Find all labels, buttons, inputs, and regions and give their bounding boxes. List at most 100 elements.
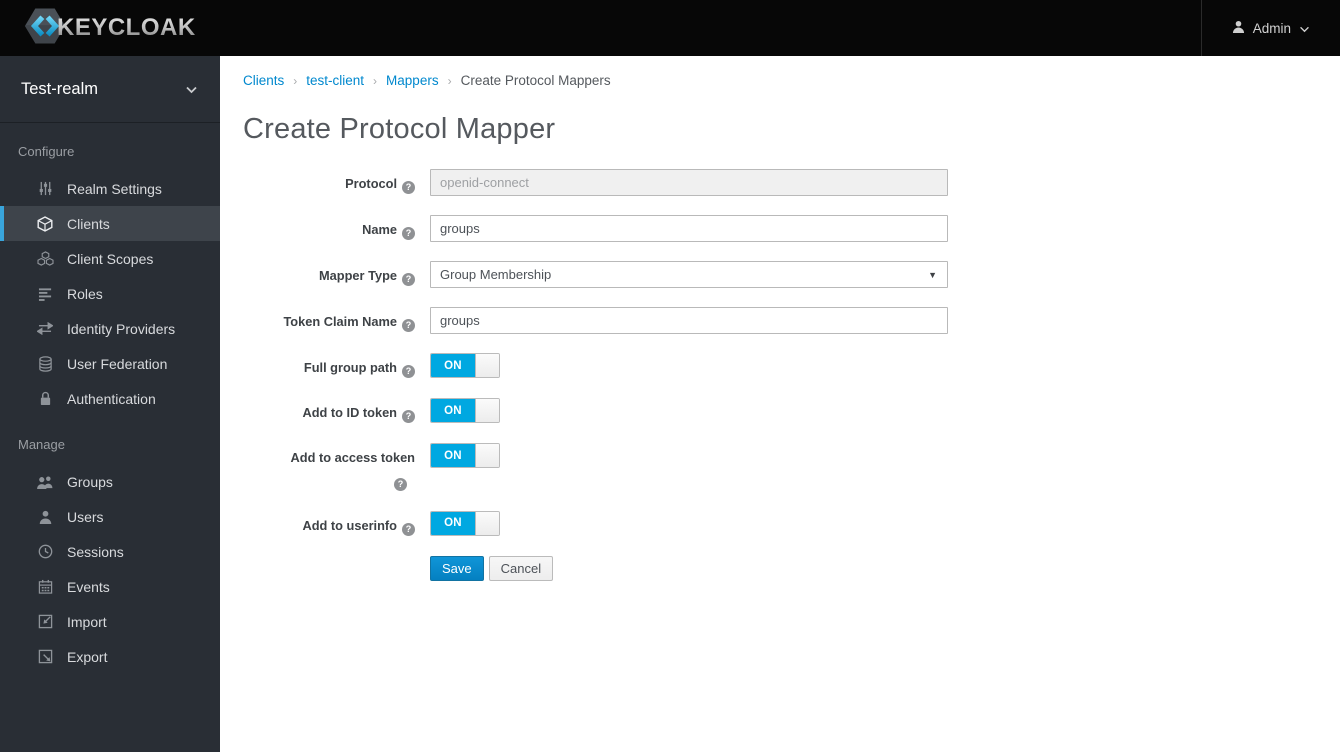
list-icon [36,287,54,301]
keycloak-logo[interactable]: KEYCLOAK [0,0,196,56]
form-group-name: Name? [243,215,1316,242]
field-label-text: Token Claim Name [283,314,397,329]
sidebar-item-label: Authentication [67,390,156,407]
help-icon[interactable]: ? [402,227,415,241]
cancel-button[interactable]: Cancel [488,555,554,581]
cube-icon [36,215,54,232]
exchange-icon [36,322,54,335]
sidebar-item-import[interactable]: Import [0,604,220,639]
sidebar-item-clients[interactable]: Clients [0,206,220,241]
sidebar-item-identity-providers[interactable]: Identity Providers [0,311,220,346]
field-control-mapper-type: Group Membership ▼ [430,261,948,288]
field-control-full-group-path: ON [430,353,948,378]
user-menu[interactable]: Admin [1200,0,1340,56]
field-label-protocol: Protocol? [243,169,430,196]
sidebar-item-label: Roles [67,285,103,302]
sidebar-item-label: Client Scopes [67,250,154,267]
form-group-token-claim-name: Token Claim Name? [243,307,1316,334]
field-label-add-to-id-token: Add to ID token? [243,398,430,424]
form-group-add-to-access-token: Add to access token? ON [243,443,1316,491]
sidebar-item-export[interactable]: Export [0,639,220,674]
lock-icon [36,391,54,406]
breadcrumb-mappers[interactable]: Mappers [386,73,439,88]
sidebar-item-sessions[interactable]: Sessions [0,534,220,569]
toggle-handle [475,354,499,377]
brand-text: KEYCLOAK [57,14,196,41]
toggle-handle [475,444,499,468]
field-label-text: Name [362,222,397,237]
field-label-add-to-userinfo: Add to userinfo? [243,511,430,536]
field-control-name [430,215,948,242]
sidebar-item-authentication[interactable]: Authentication [0,381,220,416]
user-menu-label: Admin [1252,20,1291,36]
breadcrumb-test-client[interactable]: test-client [306,73,364,88]
field-label-mapper-type: Mapper Type? [243,261,430,288]
field-control-add-to-userinfo: ON [430,510,948,536]
toggle-on-label: ON [431,354,475,377]
sidebar-item-events[interactable]: Events [0,569,220,604]
add-to-userinfo-toggle[interactable]: ON [430,510,500,536]
breadcrumb-clients[interactable]: Clients [243,73,284,88]
toggle-handle [475,511,499,535]
help-icon[interactable]: ? [402,181,415,195]
breadcrumb: Clients › test-client › Mappers › Create Proto… [243,73,1316,88]
save-button[interactable]: Save [430,555,484,581]
help-icon[interactable]: ? [394,477,407,491]
sidebar-item-label: Events [67,578,110,595]
help-icon[interactable]: ? [402,273,415,287]
sidebar-item-groups[interactable]: Groups [0,464,220,499]
toggle-on-label: ON [431,399,475,423]
help-icon[interactable]: ? [402,319,415,333]
sidebar-item-label: User Federation [67,355,168,372]
help-icon[interactable]: ? [402,410,415,424]
sidebar-item-realm-settings[interactable]: Realm Settings [0,171,220,206]
sidebar-item-user-federation[interactable]: User Federation [0,346,220,381]
token-claim-name-input[interactable] [430,307,948,334]
nav-section-label-configure: Configure [18,144,75,159]
calendar-icon [36,579,54,594]
toggle-handle [475,399,499,423]
sidebar-item-label: Sessions [67,543,124,560]
sidebar: Test-realm Configure Realm Settings Client… [0,56,220,752]
sidebar-item-roles[interactable]: Roles [0,276,220,311]
mapper-type-select[interactable]: Group Membership [430,261,948,288]
field-label-token-claim-name: Token Claim Name? [243,307,430,334]
sidebar-item-label: Users [67,508,104,525]
sidebar-nav: Configure Realm Settings Clients Client Sco… [0,123,220,674]
add-to-id-token-toggle[interactable]: ON [430,398,500,424]
field-control-token-claim-name [430,307,948,334]
sidebar-item-label: Import [67,613,107,630]
sidebar-item-users[interactable]: Users [0,499,220,534]
toggle-on-label: ON [431,511,475,535]
sliders-icon [36,181,54,196]
form-actions: Save Cancel [430,555,1316,581]
help-icon[interactable]: ? [402,365,415,379]
field-control-add-to-access-token: ON [430,443,948,491]
form-group-protocol: Protocol? [243,169,1316,196]
breadcrumb-create-protocol-mappers: Create Protocol Mappers [460,73,611,88]
sidebar-item-label: Clients [67,215,110,232]
add-to-access-token-toggle[interactable]: ON [430,443,500,469]
database-icon [36,355,54,372]
field-control-protocol [430,169,948,196]
field-label-name: Name? [243,215,430,242]
field-control-add-to-id-token: ON [430,398,948,424]
sidebar-item-label: Identity Providers [67,320,176,337]
toggle-on-label: ON [431,444,475,468]
help-icon[interactable]: ? [402,522,415,536]
full-group-path-toggle[interactable]: ON [430,353,500,378]
field-label-text: Add to ID token [302,405,397,421]
form-group-mapper-type: Mapper Type? Group Membership ▼ [243,261,1316,288]
name-input[interactable] [430,215,948,242]
chevron-down-icon [185,80,198,99]
top-navbar: KEYCLOAK Admin [0,0,1340,56]
realm-selector[interactable]: Test-realm [0,56,220,123]
breadcrumb-separator: › [447,73,452,88]
sidebar-item-label: Realm Settings [67,180,162,197]
sidebar-item-client-scopes[interactable]: Client Scopes [0,241,220,276]
export-icon [36,649,54,664]
field-label-text: Add to userinfo [302,517,397,533]
field-label-text: Mapper Type [319,268,397,283]
sidebar-item-label: Export [67,648,108,665]
create-protocol-mapper-form: Protocol?Name?Mapper Type?Group Membersh… [243,169,1316,581]
